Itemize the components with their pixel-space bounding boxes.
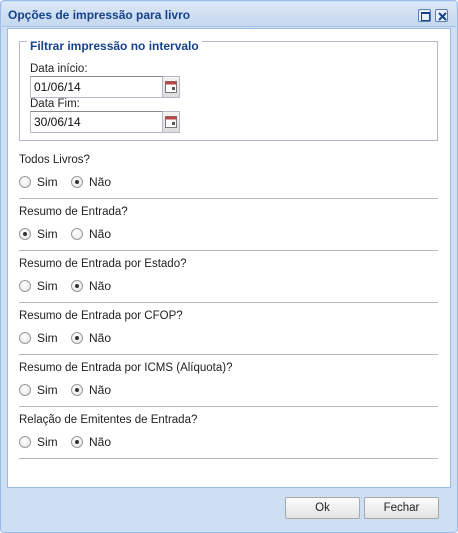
radio-sim[interactable]: Sim: [19, 434, 58, 450]
radio-nao[interactable]: Não: [71, 226, 111, 242]
radio-group-resumo-icms: Sim Não: [19, 382, 219, 398]
calendar-icon[interactable]: [163, 76, 180, 98]
radio-icon[interactable]: [19, 228, 31, 240]
ok-button[interactable]: Ok: [285, 497, 360, 519]
radio-icon[interactable]: [71, 384, 83, 396]
dialog-body: Filtrar impressão no intervalo Data iníc…: [7, 28, 451, 488]
radio-sim[interactable]: Sim: [19, 330, 58, 346]
radio-nao[interactable]: Não: [71, 174, 111, 190]
start-date-input[interactable]: [30, 76, 163, 98]
radio-nao[interactable]: Não: [71, 278, 111, 294]
radio-sim[interactable]: Sim: [19, 226, 58, 242]
window-titlebar[interactable]: Opções de impressão para livro: [2, 2, 456, 27]
question-label-resumo-cfop: Resumo de Entrada por CFOP?: [19, 310, 183, 322]
maximize-icon[interactable]: [418, 9, 431, 22]
radio-group-todos-livros: Sim Não: [19, 174, 219, 190]
separator: [19, 354, 438, 355]
radio-icon[interactable]: [71, 176, 83, 188]
radio-icon[interactable]: [19, 176, 31, 188]
start-date-field: [30, 76, 180, 98]
separator: [19, 250, 438, 251]
radio-icon[interactable]: [71, 436, 83, 448]
separator: [19, 198, 438, 199]
calendar-icon[interactable]: [163, 111, 180, 133]
print-options-window: Opções de impressão para livro Filtrar i…: [0, 0, 458, 533]
radio-nao[interactable]: Não: [71, 434, 111, 450]
radio-sim[interactable]: Sim: [19, 174, 58, 190]
question-label-todos-livros: Todos Livros?: [19, 154, 90, 166]
radio-icon[interactable]: [19, 436, 31, 448]
radio-nao[interactable]: Não: [71, 382, 111, 398]
separator: [19, 406, 438, 407]
radio-icon[interactable]: [71, 228, 83, 240]
question-label-resumo-entrada: Resumo de Entrada?: [19, 206, 128, 218]
radio-icon[interactable]: [19, 384, 31, 396]
radio-icon[interactable]: [19, 332, 31, 344]
radio-sim[interactable]: Sim: [19, 278, 58, 294]
fieldset-legend: Filtrar impressão no intervalo: [27, 39, 202, 53]
close-button[interactable]: Fechar: [364, 497, 439, 519]
end-date-label: Data Fim:: [30, 98, 80, 110]
radio-group-resumo-estado: Sim Não: [19, 278, 219, 294]
question-label-resumo-icms: Resumo de Entrada por ICMS (Alíquota)?: [19, 362, 233, 374]
question-label-resumo-estado: Resumo de Entrada por Estado?: [19, 258, 187, 270]
radio-icon[interactable]: [71, 332, 83, 344]
radio-group-emitentes: Sim Não: [19, 434, 219, 450]
radio-group-resumo-entrada: Sim Não: [19, 226, 219, 242]
radio-sim[interactable]: Sim: [19, 382, 58, 398]
radio-icon[interactable]: [19, 280, 31, 292]
radio-icon[interactable]: [71, 280, 83, 292]
end-date-input[interactable]: [30, 111, 163, 133]
window-title: Opções de impressão para livro: [8, 8, 191, 22]
end-date-field: [30, 111, 180, 133]
radio-group-resumo-cfop: Sim Não: [19, 330, 219, 346]
separator: [19, 458, 438, 459]
start-date-label: Data início:: [30, 63, 88, 75]
question-label-emitentes: Relação de Emitentes de Entrada?: [19, 414, 198, 426]
close-icon[interactable]: [435, 9, 448, 22]
separator: [19, 302, 438, 303]
radio-nao[interactable]: Não: [71, 330, 111, 346]
